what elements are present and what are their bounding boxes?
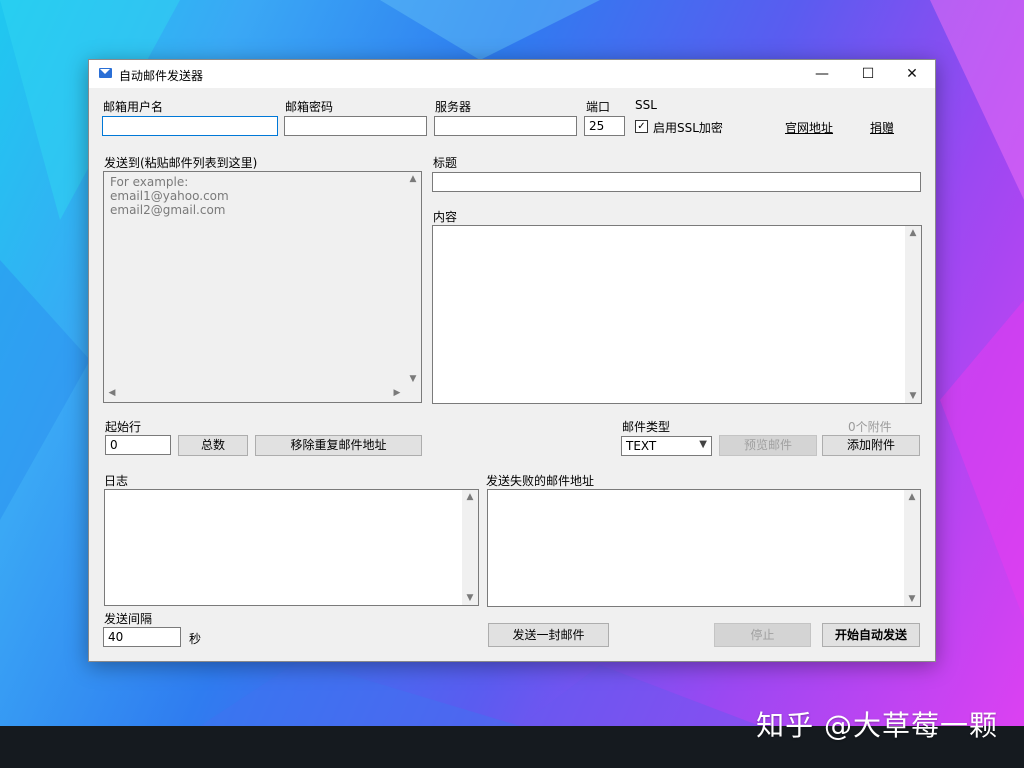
recipients-label: 发送到(粘贴邮件列表到这里) <box>104 156 258 170</box>
scroll-right-icon[interactable]: ▶ <box>389 388 405 398</box>
scroll-up-icon[interactable]: ▲ <box>904 492 920 502</box>
dedupe-button[interactable]: 移除重复邮件地址 <box>255 435 422 456</box>
close-button[interactable]: ✕ <box>889 60 935 88</box>
port-input[interactable] <box>584 116 625 136</box>
ssl-checkbox-label[interactable]: 启用SSL加密 <box>653 119 723 136</box>
scroll-down-icon[interactable]: ▼ <box>904 594 920 604</box>
start-row-label: 起始行 <box>105 420 142 434</box>
interval-unit: 秒 <box>189 632 202 646</box>
preview-button[interactable]: 预览邮件 <box>719 435 817 456</box>
watermark: 知乎 @大草莓一颗 <box>756 709 998 742</box>
add-attachment-button[interactable]: 添加附件 <box>822 435 920 456</box>
recipients-textarea[interactable]: For example: email1@yahoo.com email2@gma… <box>103 171 422 403</box>
start-row-input[interactable] <box>105 435 171 455</box>
horizontal-scrollbar[interactable]: ◀ ▶ <box>104 386 405 402</box>
log-textarea[interactable]: ▲ ▼ <box>104 489 479 606</box>
donate-link[interactable]: 捐赠 <box>870 119 894 136</box>
vertical-scrollbar[interactable]: ▲ ▼ <box>462 490 478 605</box>
scroll-up-icon[interactable]: ▲ <box>405 174 421 184</box>
send-one-button[interactable]: 发送一封邮件 <box>488 623 609 647</box>
username-label: 邮箱用户名 <box>103 100 164 114</box>
scroll-down-icon[interactable]: ▼ <box>405 374 421 384</box>
scroll-left-icon[interactable]: ◀ <box>104 388 120 398</box>
server-label: 服务器 <box>435 100 472 114</box>
server-input[interactable] <box>434 116 577 136</box>
mail-icon <box>99 68 112 78</box>
ssl-label: SSL <box>635 98 657 112</box>
vertical-scrollbar[interactable]: ▲ ▼ <box>905 226 921 403</box>
password-input[interactable] <box>284 116 427 136</box>
subject-label: 标题 <box>433 156 458 170</box>
vertical-scrollbar[interactable]: ▲ ▼ <box>904 490 920 606</box>
content-label: 内容 <box>433 210 458 224</box>
scroll-up-icon[interactable]: ▲ <box>462 492 478 502</box>
mail-type-label: 邮件类型 <box>622 420 671 434</box>
stop-button[interactable]: 停止 <box>714 623 811 647</box>
failed-label: 发送失败的邮件地址 <box>486 474 595 488</box>
subject-input[interactable] <box>432 172 921 192</box>
attachments-count: 0个附件 <box>848 420 892 434</box>
mail-type-select[interactable]: TEXT ▼ <box>621 436 712 456</box>
maximize-button[interactable]: ☐ <box>845 60 891 88</box>
ssl-checkbox[interactable]: ✓ <box>635 120 648 133</box>
content-textarea[interactable]: ▲ ▼ <box>432 225 922 404</box>
recipients-placeholder: For example: email1@yahoo.com email2@gma… <box>110 175 229 217</box>
scroll-down-icon[interactable]: ▼ <box>905 391 921 401</box>
website-link[interactable]: 官网地址 <box>785 119 833 136</box>
chevron-down-icon: ▼ <box>699 439 707 450</box>
scroll-down-icon[interactable]: ▼ <box>462 593 478 603</box>
interval-input[interactable] <box>103 627 181 647</box>
checkmark-icon: ✓ <box>637 121 646 132</box>
app-window: 自动邮件发送器 — ☐ ✕ 邮箱用户名 邮箱密码 服务器 端口 SSL ✓ 启用… <box>88 59 936 662</box>
log-label: 日志 <box>104 474 129 488</box>
vertical-scrollbar[interactable]: ▲ ▼ <box>405 172 421 386</box>
scroll-up-icon[interactable]: ▲ <box>905 228 921 238</box>
title-bar[interactable]: 自动邮件发送器 — ☐ ✕ <box>89 60 935 88</box>
minimize-button[interactable]: — <box>799 60 845 88</box>
total-button[interactable]: 总数 <box>178 435 248 456</box>
password-label: 邮箱密码 <box>285 100 334 114</box>
interval-label: 发送间隔 <box>104 612 153 626</box>
port-label: 端口 <box>586 100 611 114</box>
window-title: 自动邮件发送器 <box>119 69 204 83</box>
start-auto-button[interactable]: 开始自动发送 <box>822 623 920 647</box>
failed-textarea[interactable]: ▲ ▼ <box>487 489 921 607</box>
username-input[interactable] <box>102 116 278 136</box>
mail-type-value: TEXT <box>626 439 657 453</box>
